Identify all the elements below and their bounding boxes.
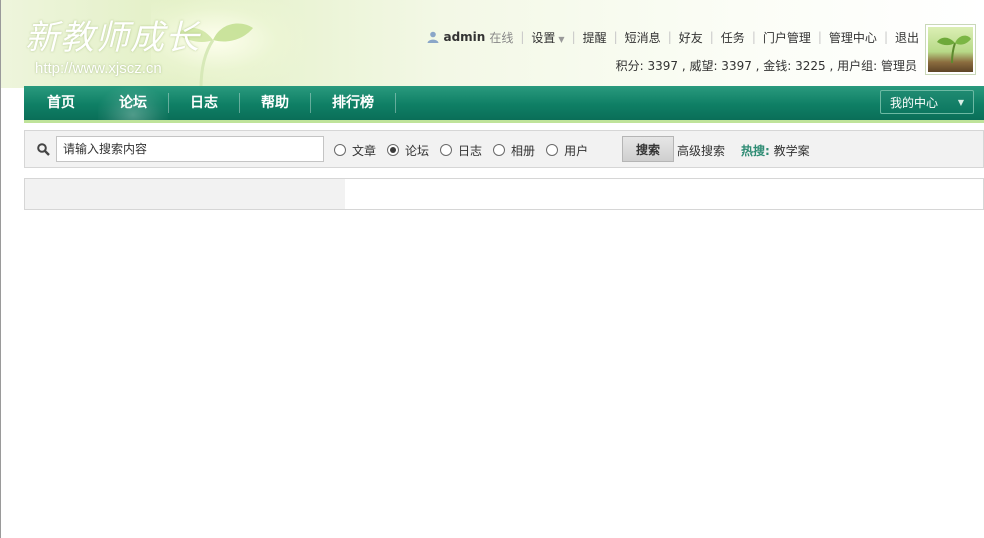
nav-item-help[interactable]: 帮助	[240, 86, 310, 120]
nav-item-ranking[interactable]: 排行榜	[311, 86, 395, 120]
divider: |	[883, 30, 888, 44]
content-side-panel	[25, 179, 345, 209]
divider: |	[613, 30, 618, 44]
scope-option-article[interactable]: 文章	[334, 142, 376, 159]
search-scope-options: 文章 论坛 日志 相册 用户	[334, 131, 599, 169]
sprout-avatar-icon	[937, 35, 971, 64]
scope-label: 相册	[511, 143, 536, 158]
nav-item-blog[interactable]: 日志	[169, 86, 239, 120]
hot-search: 热搜: 教学案	[741, 142, 810, 159]
radio-button[interactable]	[334, 144, 346, 156]
advanced-search-link[interactable]: 高级搜索	[677, 142, 725, 159]
user-icon	[427, 31, 439, 43]
scope-label: 用户	[564, 143, 589, 158]
divider: |	[571, 30, 576, 44]
logout-link[interactable]: 退出	[895, 29, 919, 46]
divider: |	[520, 30, 525, 44]
scope-option-user[interactable]: 用户	[546, 142, 588, 159]
nav-item-forum[interactable]: 论坛	[98, 86, 168, 120]
scope-option-album[interactable]: 相册	[493, 142, 535, 159]
radio-button[interactable]	[493, 144, 506, 156]
settings-label: 设置	[531, 30, 556, 45]
nav-item-home[interactable]: 首页	[24, 86, 98, 120]
nav-divider	[395, 93, 396, 113]
hot-keyword-link[interactable]: 教学案	[774, 144, 810, 158]
portal-admin-link[interactable]: 门户管理	[763, 29, 811, 46]
scope-label: 日志	[458, 143, 483, 158]
nav-list: 首页 论坛 日志 帮助 排行榜	[24, 86, 984, 120]
divider: |	[709, 30, 714, 44]
user-stats: 积分: 3397 , 威望: 3397 , 金钱: 3225 , 用户组: 管理…	[615, 59, 917, 73]
scope-option-blog[interactable]: 日志	[440, 142, 482, 159]
radio-button[interactable]	[546, 144, 559, 156]
messages-link[interactable]: 短消息	[625, 29, 661, 46]
search-input[interactable]	[56, 136, 324, 162]
friends-link[interactable]: 好友	[679, 29, 703, 46]
search-button[interactable]: 搜索	[622, 136, 674, 162]
user-toolbar: admin 在线 | 设置 ▼ | 提醒 | 短消息 | 好友 | 任务 | 门户…	[427, 28, 919, 46]
site-logo-url: http://www.xjscz.cn	[35, 60, 162, 77]
search-bar: 文章 论坛 日志 相册 用户 搜索 高级搜索 热搜: 教学案	[24, 130, 984, 168]
avatar[interactable]	[925, 24, 976, 75]
main-nav: 首页 论坛 日志 帮助 排行榜 我的中心 ▼	[24, 86, 984, 123]
divider: |	[667, 30, 672, 44]
reminders-link[interactable]: 提醒	[583, 29, 607, 46]
username-link[interactable]: admin	[443, 30, 485, 44]
scope-label: 论坛	[405, 143, 430, 158]
radio-button-checked[interactable]	[387, 144, 400, 156]
site-header: 新教师成长 http://www.xjscz.cn admin 在线 | 设置 ▼…	[1, 0, 984, 88]
my-center-dropdown[interactable]: 我的中心 ▼	[880, 90, 974, 114]
admin-center-link[interactable]: 管理中心	[829, 29, 877, 46]
my-center-label: 我的中心	[890, 96, 939, 110]
scope-label: 文章	[352, 143, 377, 158]
divider: |	[817, 30, 822, 44]
content-panel	[24, 178, 984, 210]
settings-menu[interactable]: 设置 ▼	[531, 29, 564, 46]
site-logo-title[interactable]: 新教师成长	[25, 10, 200, 59]
scope-option-forum[interactable]: 论坛	[387, 142, 429, 159]
hot-search-label: 热搜:	[741, 144, 770, 158]
avatar-image	[928, 27, 973, 72]
caret-down-icon: ▼	[558, 34, 565, 44]
caret-down-icon: ▼	[957, 98, 964, 107]
radio-button[interactable]	[440, 144, 453, 156]
divider: |	[751, 30, 756, 44]
online-status: 在线	[489, 30, 514, 45]
magnifier-icon	[37, 143, 50, 156]
tasks-link[interactable]: 任务	[721, 29, 745, 46]
